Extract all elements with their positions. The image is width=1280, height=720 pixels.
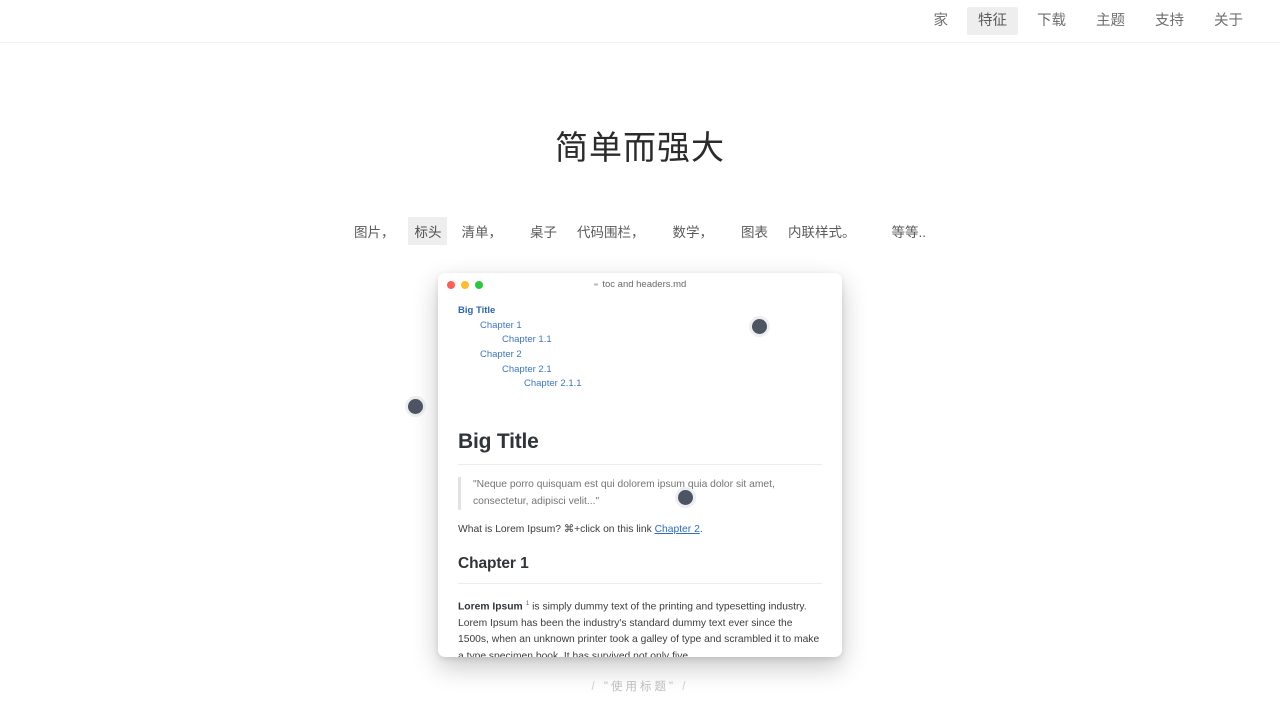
minimize-button-icon[interactable] <box>461 280 469 289</box>
document-link-paragraph: What is Lorem Ipsum? ⌘+click on this lin… <box>458 522 822 539</box>
link-paragraph-suffix: . <box>699 524 703 536</box>
toc-item[interactable]: Chapter 2.1.1 <box>458 377 822 392</box>
document-heading-1: Big Title <box>458 430 539 454</box>
feature-tag-diagrams[interactable]: 图表 <box>735 217 774 245</box>
nav-item-about[interactable]: 关于 <box>1203 7 1254 36</box>
section-caption: / "使用标题" / <box>0 678 1280 694</box>
feature-tag-inline-styles[interactable]: 内联样式。 <box>782 217 862 245</box>
zoom-button-icon[interactable] <box>475 280 483 289</box>
table-of-contents: Big Title Chapter 1 Chapter 1.1 Chapter … <box>458 304 822 392</box>
hero-section: 简单而强大 图片， 标头 清单， 桌子 代码围栏， 数学， 图表 内联样式。 等… <box>0 43 1280 245</box>
cursor-dot-toc <box>752 319 767 334</box>
nav-item-home[interactable]: 家 <box>923 7 960 36</box>
feature-tag-lists[interactable]: 清单， <box>455 217 508 245</box>
feature-tag-images[interactable]: 图片， <box>348 217 401 245</box>
feature-tag-math[interactable]: 数学， <box>666 217 719 245</box>
feature-tag-tables[interactable]: 桌子 <box>524 217 563 245</box>
caption-right-slash: / <box>682 681 689 693</box>
cursor-dot-title <box>408 399 423 414</box>
cursor-dot-link <box>678 490 693 505</box>
heading-divider <box>458 464 822 466</box>
document-paragraph: Lorem Ipsum 1 is simply dummy text of the… <box>458 596 822 657</box>
feature-tag-etc[interactable]: 等等.. <box>885 217 932 245</box>
nav-item-themes[interactable]: 主题 <box>1085 7 1136 36</box>
caption-text: "使用标题" <box>603 681 677 693</box>
nav-item-support[interactable]: 支持 <box>1144 7 1195 36</box>
close-button-icon[interactable] <box>447 280 455 289</box>
document-body: Big Title Chapter 1 Chapter 1.1 Chapter … <box>438 297 842 657</box>
window-titlebar: ▪▪ toc and headers.md <box>438 272 842 297</box>
toc-item[interactable]: Chapter 1 <box>458 319 822 334</box>
traffic-lights <box>447 280 483 289</box>
document-icon: ▪▪ <box>593 280 599 290</box>
nav-item-download[interactable]: 下载 <box>1026 7 1077 36</box>
app-window-preview: ▪▪ toc and headers.md Big Title Chapter … <box>438 272 842 657</box>
page-title: 简单而强大 <box>555 129 725 166</box>
window-title-group: ▪▪ toc and headers.md <box>438 273 842 297</box>
toc-item[interactable]: Big Title <box>458 304 822 319</box>
site-header: 家 特征 下载 主题 支持 关于 <box>0 0 1280 43</box>
heading-divider <box>458 582 822 584</box>
feature-tag-list: 图片， 标头 清单， 桌子 代码围栏， 数学， 图表 内联样式。 等等.. <box>0 216 1280 245</box>
command-shortcut-text: ⌘+click on this link <box>563 524 655 536</box>
feature-tag-headers[interactable]: 标头 <box>408 216 448 245</box>
toc-item[interactable]: Chapter 1.1 <box>458 333 822 348</box>
feature-tag-code-fences[interactable]: 代码围栏， <box>571 217 651 245</box>
main-navigation: 家 特征 下载 主题 支持 关于 <box>919 6 1259 36</box>
app-window: ▪▪ toc and headers.md Big Title Chapter … <box>438 272 842 657</box>
toc-item[interactable]: Chapter 2.1 <box>458 363 822 378</box>
caption-left-slash: / <box>591 681 598 693</box>
document-heading-2: Chapter 1 <box>458 554 529 572</box>
nav-item-features[interactable]: 特征 <box>967 6 1018 36</box>
window-title: toc and headers.md <box>602 279 687 291</box>
paragraph-strong-text: Lorem Ipsum <box>458 601 523 613</box>
link-paragraph-prefix: What is Lorem Ipsum? <box>458 524 564 536</box>
toc-item[interactable]: Chapter 2 <box>458 348 822 363</box>
document-blockquote: "Neque porro quisquam est qui dolorem ip… <box>458 477 822 511</box>
chapter-2-link[interactable]: Chapter 2 <box>655 524 700 535</box>
